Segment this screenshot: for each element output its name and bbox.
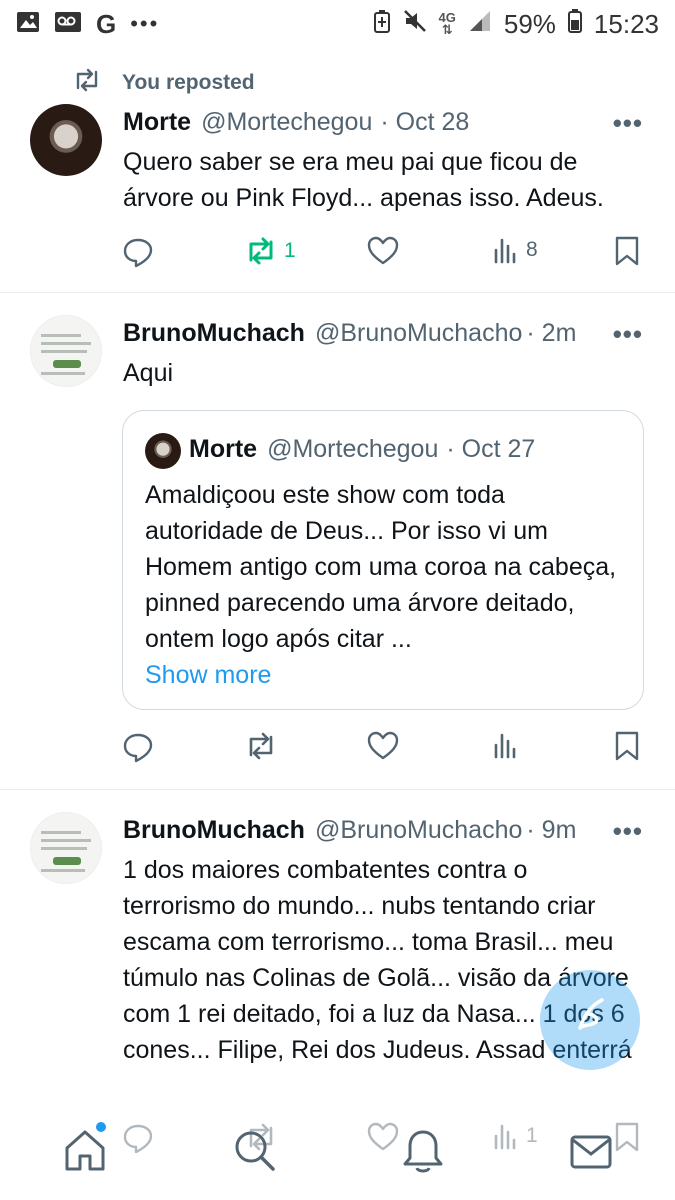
tweet-time[interactable]: · Oct 28 bbox=[380, 108, 469, 137]
repost-button[interactable] bbox=[244, 731, 278, 761]
display-name[interactable]: Morte bbox=[189, 435, 257, 464]
quoted-tweet-header: Morte @Mortechegou · Oct 27 bbox=[189, 435, 535, 464]
more-notifications-icon: ••• bbox=[130, 11, 160, 36]
repost-icon bbox=[72, 68, 102, 98]
user-handle[interactable]: @Mortechegou bbox=[267, 435, 438, 464]
reply-icon bbox=[122, 731, 154, 763]
views-button[interactable] bbox=[492, 731, 520, 759]
views-icon bbox=[492, 236, 520, 264]
reply-icon bbox=[122, 236, 154, 268]
messages-icon[interactable] bbox=[570, 1134, 612, 1175]
repost-count: 1 bbox=[284, 239, 296, 262]
tweet-text: Aqui bbox=[123, 359, 174, 387]
tweet-actions bbox=[122, 731, 644, 771]
tweet-header: Morte @Mortechegou · Oct 28 bbox=[123, 108, 469, 137]
user-handle[interactable]: @BrunoMuchacho bbox=[315, 319, 522, 348]
tweet-text: Quero saber se era meu pai que ficou de … bbox=[123, 148, 604, 212]
signal-icon bbox=[468, 9, 492, 40]
reply-button[interactable] bbox=[122, 731, 154, 763]
bookmark-button[interactable] bbox=[614, 236, 640, 266]
heart-icon bbox=[367, 731, 399, 761]
like-button[interactable] bbox=[367, 236, 399, 266]
tweet-header: BrunoMuchach @BrunoMuchacho · 9m bbox=[123, 816, 576, 845]
tweet-time[interactable]: · 2m bbox=[526, 319, 576, 348]
quoted-tweet-text: Amaldiçoou este show com toda autoridade… bbox=[145, 477, 625, 693]
google-g-icon: G bbox=[96, 8, 117, 39]
repost-indicator: You reposted bbox=[72, 68, 255, 98]
tweet-time[interactable]: · Oct 27 bbox=[446, 435, 535, 464]
bookmark-icon bbox=[614, 236, 640, 266]
notifications-icon[interactable] bbox=[402, 1128, 444, 1179]
network-type: 4G ⇅ bbox=[438, 10, 456, 37]
display-name[interactable]: BrunoMuchach bbox=[123, 816, 305, 845]
views-count: 8 bbox=[526, 238, 538, 261]
tweet-actions: 1 8 bbox=[122, 236, 644, 276]
battery-icon bbox=[567, 8, 582, 40]
user-handle[interactable]: @Mortechegou bbox=[201, 108, 372, 137]
more-options-icon[interactable]: ••• bbox=[613, 319, 643, 350]
reply-button[interactable] bbox=[122, 236, 154, 268]
avatar[interactable] bbox=[30, 104, 102, 176]
bookmark-icon bbox=[614, 731, 640, 761]
user-handle[interactable]: @BrunoMuchacho bbox=[315, 816, 522, 845]
display-name[interactable]: Morte bbox=[123, 108, 191, 137]
views-icon bbox=[492, 731, 520, 759]
heart-icon bbox=[367, 236, 399, 266]
avatar[interactable] bbox=[145, 433, 181, 469]
status-bar: G ••• 4G ⇅ 59% 15:23 bbox=[0, 0, 675, 48]
display-name[interactable]: BrunoMuchach bbox=[123, 319, 305, 348]
bottom-nav bbox=[0, 1108, 675, 1200]
avatar[interactable] bbox=[30, 315, 102, 387]
gallery-icon bbox=[16, 9, 40, 40]
quoted-tweet[interactable]: Morte @Mortechegou · Oct 27 Amaldiçoou e… bbox=[122, 410, 644, 710]
voicemail-icon bbox=[54, 9, 82, 40]
tweet-time[interactable]: · 9m bbox=[526, 816, 576, 845]
tweet-2[interactable]: BrunoMuchach @BrunoMuchacho · 2m ••• Aqu… bbox=[0, 293, 675, 789]
battery-percent: 59% bbox=[503, 8, 556, 39]
views-button[interactable]: 8 bbox=[492, 236, 538, 264]
tweet-1[interactable]: You reposted Morte @Mortechegou · Oct 28… bbox=[0, 52, 675, 292]
compose-icon bbox=[568, 992, 612, 1048]
home-notification-dot bbox=[96, 1122, 106, 1132]
repost-label: You reposted bbox=[122, 71, 255, 94]
repost-icon bbox=[244, 731, 278, 761]
repost-button[interactable]: 1 bbox=[244, 236, 296, 266]
more-options-icon[interactable]: ••• bbox=[613, 816, 643, 847]
search-icon[interactable] bbox=[232, 1128, 276, 1177]
more-options-icon[interactable]: ••• bbox=[613, 108, 643, 139]
bookmark-button[interactable] bbox=[614, 731, 640, 761]
tweet-header: BrunoMuchach @BrunoMuchacho · 2m bbox=[123, 319, 576, 348]
repost-icon bbox=[244, 236, 278, 266]
clock: 15:23 bbox=[593, 8, 659, 39]
mute-icon bbox=[403, 9, 427, 40]
home-icon[interactable] bbox=[64, 1128, 106, 1177]
quoted-text: Amaldiçoou este show com toda autoridade… bbox=[145, 481, 617, 653]
battery-saver-icon bbox=[373, 9, 391, 40]
like-button[interactable] bbox=[367, 731, 399, 761]
show-more-link[interactable]: Show more bbox=[145, 661, 271, 689]
compose-button[interactable] bbox=[540, 970, 640, 1070]
avatar[interactable] bbox=[30, 812, 102, 884]
